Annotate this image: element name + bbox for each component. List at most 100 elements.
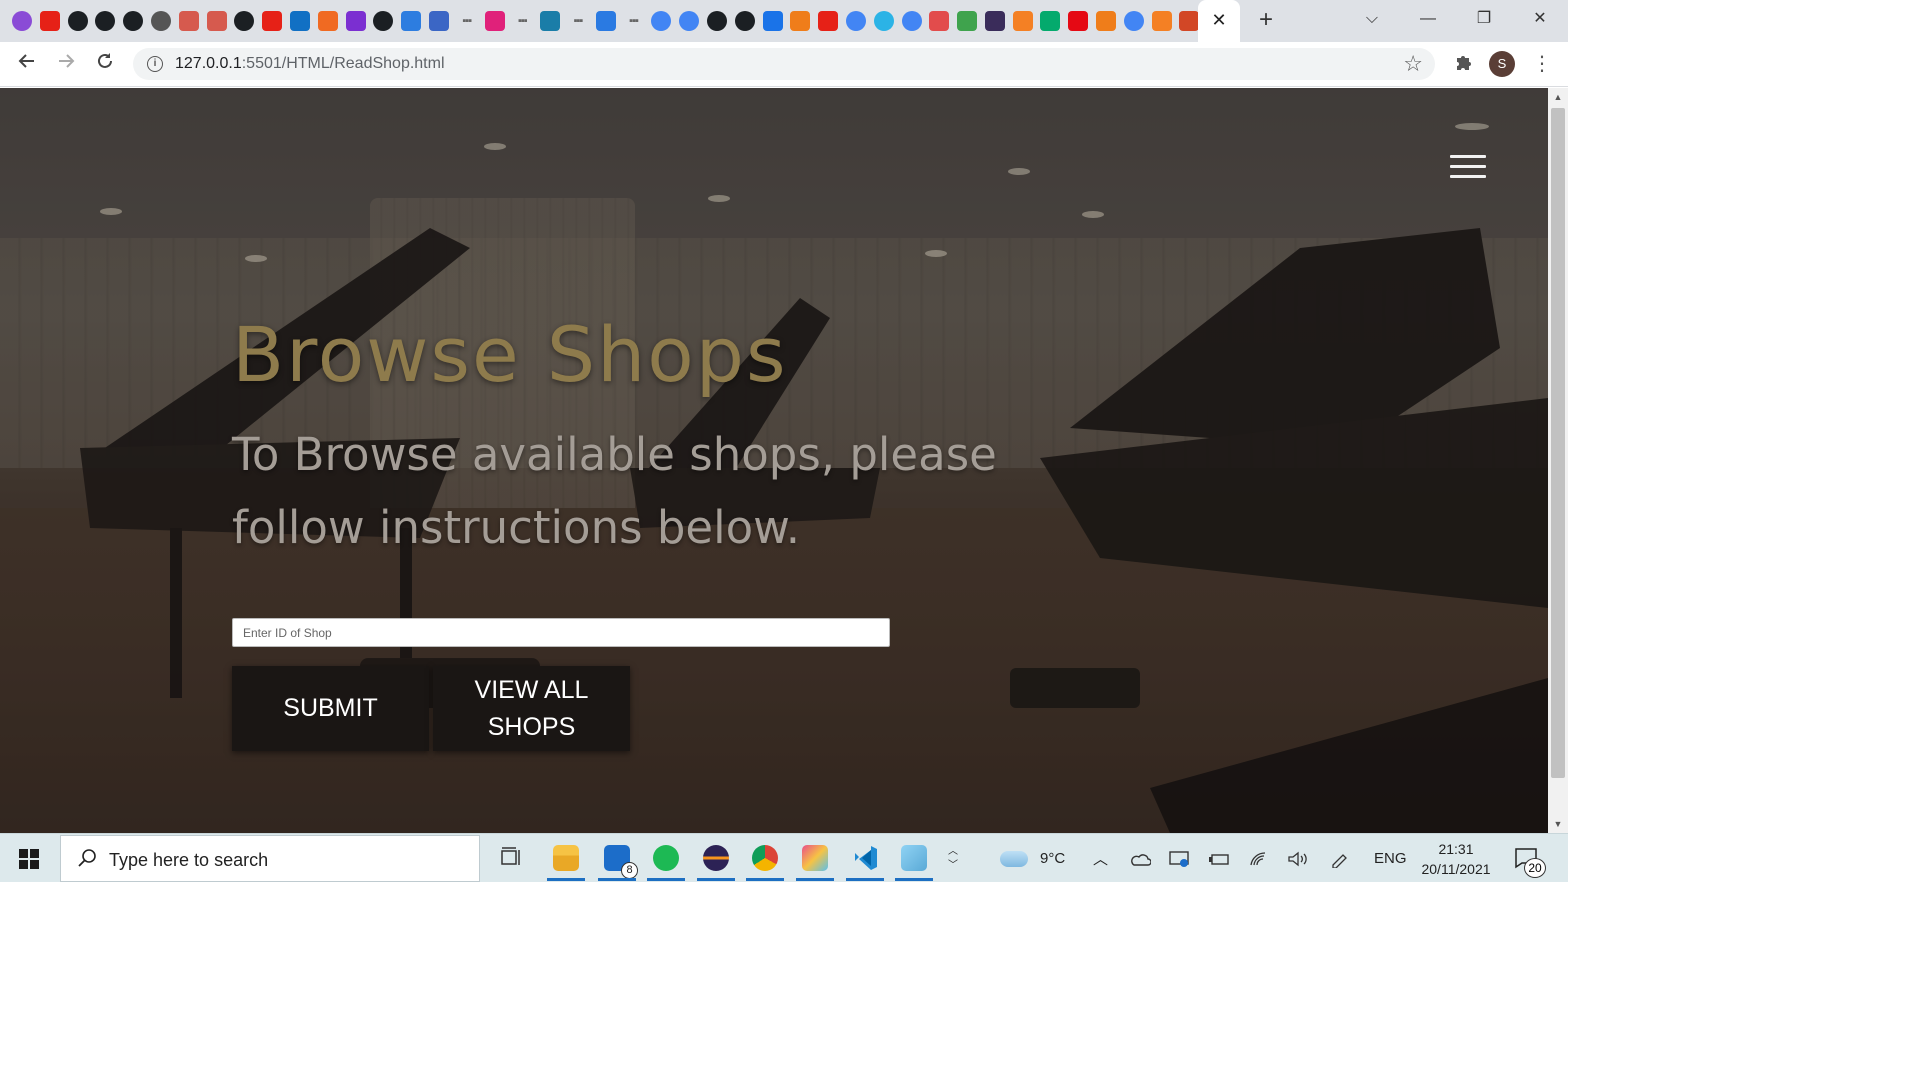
w3schools-icon[interactable] [1040, 11, 1061, 31]
task-view-icon [501, 847, 520, 865]
snip-tool-taskbar-button[interactable] [796, 841, 834, 881]
gear-blue-icon[interactable] [401, 11, 422, 31]
close-window-button[interactable]: ✕ [1520, 6, 1560, 32]
tree-orange-icon[interactable] [790, 11, 811, 31]
netflix-icon[interactable] [1068, 11, 1089, 31]
diamond-blue-icon[interactable] [762, 11, 783, 31]
language-indicator[interactable]: ENG [1374, 834, 1407, 883]
submit-button[interactable]: SUBMIT [232, 666, 429, 751]
taskbar-scroll-arrows[interactable]: ︿ ﹀ [944, 834, 962, 883]
dots-icon[interactable]: ▪▪▪ [568, 11, 588, 31]
github-icon[interactable] [706, 11, 727, 31]
bookmark-star-icon[interactable]: ☆ [1403, 51, 1423, 77]
page-scrollbar[interactable]: ▲ ▼ [1548, 88, 1568, 833]
stackoverflow-icon[interactable] [1151, 11, 1172, 31]
youtube-icon[interactable] [39, 11, 60, 31]
tab-strip: ▪▪▪ ▪▪▪ ▪▪▪ ▪▪▪ ✕ + ⌵ — ❐ ✕ [0, 0, 1568, 42]
edge-blue-icon[interactable] [540, 11, 561, 31]
view-all-shops-button[interactable]: VIEW ALL SHOPS [433, 666, 630, 751]
running-indicator [796, 878, 834, 881]
stackoverflow-icon[interactable] [1012, 11, 1033, 31]
scrollbar-thumb[interactable] [1551, 108, 1565, 778]
battery-tray-icon[interactable] [1208, 834, 1230, 883]
chevron-down-icon[interactable]: ﹀ [948, 859, 958, 873]
notepad-taskbar-button[interactable] [895, 841, 933, 881]
square-pink-icon[interactable] [484, 11, 505, 31]
tab-search-dropdown-icon[interactable]: ⌵ [1352, 6, 1392, 32]
file-explorer-taskbar-button[interactable] [547, 841, 585, 881]
c-circle-icon[interactable] [873, 11, 894, 31]
start-button[interactable] [0, 834, 58, 883]
openai-icon[interactable] [206, 11, 227, 31]
github-icon[interactable] [123, 11, 144, 31]
browser-menu-icon[interactable]: ⋮ [1532, 50, 1552, 78]
back-button[interactable] [12, 50, 42, 80]
wifi-tray-icon[interactable] [1249, 834, 1269, 883]
bing-icon[interactable] [595, 11, 616, 31]
running-indicator [846, 878, 884, 881]
reload-button[interactable] [90, 50, 120, 80]
github-icon[interactable] [67, 11, 88, 31]
purple-circle-icon[interactable] [12, 11, 32, 31]
powerpoint-icon[interactable] [1179, 11, 1200, 31]
github-icon[interactable] [373, 11, 394, 31]
running-indicator [697, 878, 735, 881]
chrome-taskbar-button[interactable] [746, 841, 784, 881]
dots-icon[interactable]: ▪▪▪ [624, 11, 644, 31]
task-view-button[interactable] [493, 841, 527, 875]
forward-button[interactable] [51, 50, 81, 80]
minimize-button[interactable]: — [1408, 6, 1448, 32]
url-text[interactable]: 127.0.0.1:5501/HTML/ReadShop.html [175, 55, 445, 73]
display-tray-icon[interactable] [1169, 834, 1189, 883]
address-bar[interactable]: i 127.0.0.1:5501/HTML/ReadShop.html ☆ [133, 48, 1435, 80]
youtube-icon[interactable] [262, 11, 283, 31]
profile-avatar[interactable]: S [1489, 51, 1515, 77]
shop-id-input[interactable] [232, 618, 890, 647]
running-indicator [895, 878, 933, 881]
eclipse-taskbar-button[interactable] [697, 841, 735, 881]
bootstrap-icon[interactable] [345, 11, 366, 31]
running-indicator [547, 878, 585, 881]
dots-icon[interactable]: ▪▪▪ [512, 11, 532, 31]
restore-button[interactable]: ❐ [1464, 6, 1504, 32]
mdn-icon[interactable] [428, 11, 449, 31]
vscode-taskbar-button[interactable] [846, 841, 884, 881]
github-icon[interactable] [734, 11, 755, 31]
google-icon[interactable] [901, 11, 922, 31]
show-hidden-icons-button[interactable]: ︿ [1093, 834, 1108, 883]
scroll-down-arrow-icon[interactable]: ▼ [1548, 815, 1568, 833]
hamburger-menu-icon[interactable] [1450, 155, 1486, 179]
openai-icon[interactable] [178, 11, 199, 31]
g-orange-icon[interactable] [317, 11, 338, 31]
scroll-up-arrow-icon[interactable]: ▲ [1548, 88, 1568, 106]
new-tab-button[interactable]: + [1253, 7, 1279, 33]
github-icon[interactable] [95, 11, 116, 31]
chevron-up-icon[interactable]: ︿ [948, 845, 958, 859]
b-dark-icon[interactable] [984, 11, 1005, 31]
clock[interactable]: 21:31 20/11/2021 [1412, 839, 1500, 879]
google-icon[interactable] [679, 11, 700, 31]
running-indicator [647, 878, 685, 881]
weather-widget[interactable]: 9°C [1000, 834, 1065, 883]
google-icon[interactable] [1123, 11, 1144, 31]
globe-icon[interactable] [150, 11, 171, 31]
onenote-icon[interactable] [289, 11, 310, 31]
site-info-icon[interactable]: i [147, 56, 163, 72]
onedrive-tray-icon[interactable] [1129, 834, 1151, 883]
extensions-puzzle-icon[interactable] [1452, 52, 1474, 74]
spotify-taskbar-button[interactable] [647, 841, 685, 881]
pen-tray-icon[interactable] [1330, 834, 1350, 883]
tab-close-icon[interactable]: ✕ [1208, 9, 1230, 31]
mail-taskbar-button[interactable]: 8 [598, 841, 638, 881]
youtube-icon[interactable] [818, 11, 839, 31]
google-icon[interactable] [651, 11, 672, 31]
google-icon[interactable] [845, 11, 866, 31]
dots-icon[interactable]: ▪▪▪ [457, 11, 477, 31]
back-arrow-icon [18, 54, 34, 68]
volume-tray-icon[interactable] [1287, 834, 1309, 883]
github-icon[interactable] [234, 11, 255, 31]
code-brackets-icon[interactable] [929, 11, 950, 31]
taskbar-search-box[interactable]: Type here to search [60, 835, 480, 882]
tree-orange-icon[interactable] [1096, 11, 1117, 31]
colorful-blocks-icon[interactable] [957, 11, 978, 31]
